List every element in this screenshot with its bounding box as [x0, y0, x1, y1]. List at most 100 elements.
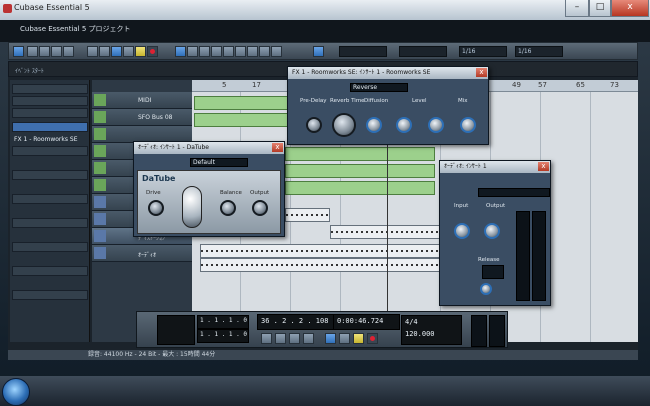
quantize-select[interactable]: 1/16: [459, 46, 507, 57]
audio-event[interactable]: [200, 258, 440, 272]
inspector-section[interactable]: [12, 170, 88, 180]
balance-knob[interactable]: [220, 200, 236, 216]
release-knob[interactable]: [480, 283, 492, 295]
toggle-overview-button[interactable]: [51, 46, 62, 57]
cycle-button[interactable]: [111, 46, 122, 57]
audio-event[interactable]: [285, 208, 330, 222]
tube-icon: [182, 186, 202, 228]
inspector-track-header[interactable]: [12, 122, 88, 132]
midi-part[interactable]: [285, 181, 435, 195]
midi-part[interactable]: [194, 113, 290, 127]
inspector-section[interactable]: [12, 218, 88, 228]
compressor-output-knob[interactable]: [484, 223, 500, 239]
inspector-section[interactable]: [12, 84, 88, 94]
transport-stop-button[interactable]: [339, 333, 350, 344]
inspector-section[interactable]: [12, 290, 88, 300]
ruler-mark: 5: [222, 81, 227, 89]
track-color: [94, 162, 106, 174]
track-color: [94, 247, 106, 259]
inspector-section[interactable]: [12, 108, 88, 118]
glue-tool[interactable]: [211, 46, 222, 57]
roomworks-param-label: Reverb Time: [330, 98, 365, 104]
stop-button[interactable]: [123, 46, 134, 57]
rewind-button[interactable]: [87, 46, 98, 57]
pre-delay-knob[interactable]: [306, 117, 322, 133]
track-row[interactable]: MIDI: [92, 92, 192, 109]
split-tool[interactable]: [199, 46, 210, 57]
inspector-section[interactable]: [12, 242, 88, 252]
inspector-section[interactable]: [12, 194, 88, 204]
width-knob[interactable]: [396, 117, 412, 133]
time-signature[interactable]: 4/4: [405, 316, 461, 328]
info-line-label: ｲﾍﾞﾝﾄ ｽﾀｰﾄ: [15, 68, 44, 75]
window-title: Cubase Essential 5: [14, 3, 90, 12]
left-locator-display[interactable]: 1 . 1 . 1 . 0: [197, 315, 249, 329]
output-knob[interactable]: [252, 200, 268, 216]
transport-forward-button[interactable]: [289, 333, 300, 344]
toggle-pool-button[interactable]: [63, 46, 74, 57]
snap-type-select[interactable]: [339, 46, 387, 57]
transport-record-button[interactable]: [367, 333, 378, 344]
transport-rewind-button[interactable]: [275, 333, 286, 344]
reverb-time-knob[interactable]: [332, 113, 356, 137]
transport-forward-end-button[interactable]: [303, 333, 314, 344]
drive-knob[interactable]: [148, 200, 164, 216]
inspector-section[interactable]: [12, 146, 88, 156]
audio-event[interactable]: [200, 244, 440, 258]
transport-play-button[interactable]: [353, 333, 364, 344]
datube-preset-select[interactable]: Default: [190, 158, 248, 167]
midi-part[interactable]: [285, 147, 435, 161]
range-selection-tool[interactable]: [187, 46, 198, 57]
maximize-button[interactable]: □: [589, 0, 611, 17]
mute-tool[interactable]: [247, 46, 258, 57]
close-button[interactable]: x: [611, 0, 649, 17]
record-button[interactable]: [147, 46, 158, 57]
autoscroll-button[interactable]: [313, 46, 324, 57]
transport-rewind-start-button[interactable]: [261, 333, 272, 344]
inspector-section[interactable]: [12, 96, 88, 106]
minimize-button[interactable]: –: [565, 0, 589, 17]
erase-tool[interactable]: [223, 46, 234, 57]
ruler-mark: 49: [512, 81, 521, 89]
compressor-close-button[interactable]: x: [538, 162, 549, 171]
track-row[interactable]: SFO Bus 08: [92, 109, 192, 126]
play-tool[interactable]: [271, 46, 282, 57]
zoom-tool[interactable]: [235, 46, 246, 57]
midi-part[interactable]: [194, 96, 290, 110]
project-toolbar: 1/16 1/16: [8, 42, 638, 60]
roomworks-close-button[interactable]: x: [476, 68, 487, 77]
time-display[interactable]: 0:00:46.724: [333, 314, 400, 330]
forward-button[interactable]: [99, 46, 110, 57]
start-button-icon[interactable]: [2, 378, 30, 406]
datube-close-button[interactable]: x: [272, 143, 283, 152]
toggle-infoline-button[interactable]: [39, 46, 50, 57]
activate-project-button[interactable]: [13, 46, 24, 57]
compressor-param-label: Release: [478, 257, 500, 263]
roomworks-preset-select[interactable]: Reverse: [350, 83, 408, 92]
input-meter: [516, 211, 530, 301]
transport-cycle-button[interactable]: [325, 333, 336, 344]
compressor-window-title: ｵｰﾃﾞｨｵ: ｲﾝｻｰﾄ 1: [440, 161, 550, 173]
right-locator-display[interactable]: 1 . 1 . 1 . 0: [197, 329, 249, 343]
object-selection-tool[interactable]: [175, 46, 186, 57]
tempo-value[interactable]: 120.000: [405, 328, 461, 340]
midi-part[interactable]: [285, 164, 435, 178]
track-row[interactable]: ｵｰﾃﾞｨｵ: [92, 245, 192, 262]
datube-plugin-window: ｵｰﾃﾞｨｵ: ｲﾝｻｰﾄ 1 - DaTube x Default DaTub…: [133, 141, 285, 237]
diffusion-knob[interactable]: [366, 117, 382, 133]
input-knob[interactable]: [454, 223, 470, 239]
mix-knob[interactable]: [460, 117, 476, 133]
draw-tool[interactable]: [259, 46, 270, 57]
compressor-preset-select[interactable]: [478, 188, 550, 197]
snap-value-select[interactable]: 1/16: [515, 46, 563, 57]
status-text: 録音: 44100 Hz - 24 Bit - 最大 : 15時間 44分: [88, 351, 216, 358]
level-knob[interactable]: [428, 117, 444, 133]
grid-type-select[interactable]: [399, 46, 447, 57]
master-meter: [489, 315, 505, 347]
bars-beats-display[interactable]: 36 . 2 . 2 . 108: [257, 314, 336, 330]
roomworks-param-label: Diffusion: [364, 98, 389, 104]
play-button[interactable]: [135, 46, 146, 57]
toggle-inspector-button[interactable]: [27, 46, 38, 57]
inspector-section[interactable]: [12, 266, 88, 276]
audio-event[interactable]: [330, 225, 440, 239]
